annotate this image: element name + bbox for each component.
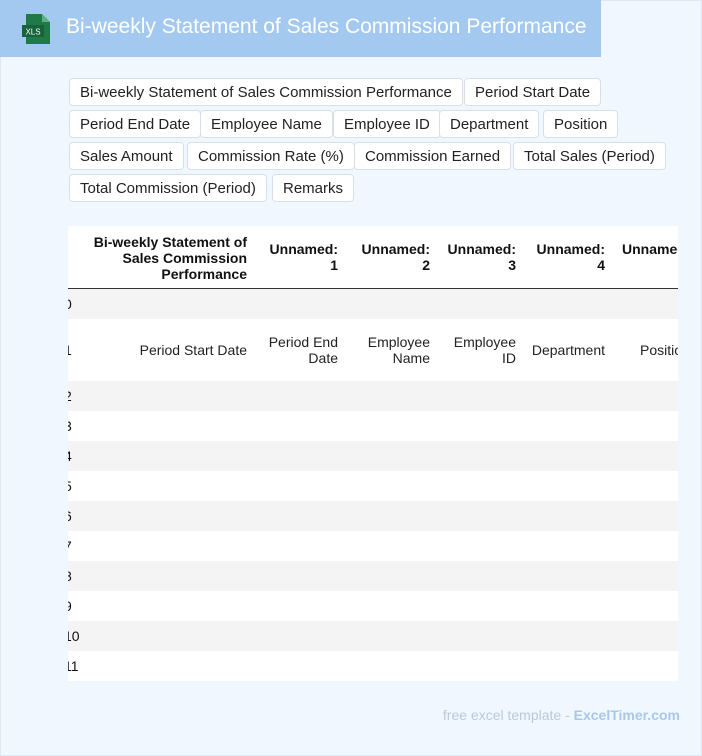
tag-item[interactable]: Employee Name — [200, 110, 333, 138]
tag-item[interactable]: Sales Amount — [69, 142, 184, 170]
row-index: 5 — [68, 471, 72, 501]
tag-item[interactable]: Employee ID — [333, 110, 441, 138]
row-index: 7 — [68, 531, 72, 561]
table-row[interactable]: 0 — [68, 289, 678, 319]
tag-item[interactable]: Bi-weekly Statement of Sales Commission … — [69, 78, 463, 106]
table-row[interactable]: 6 — [68, 501, 678, 531]
tag-item[interactable]: Position — [543, 110, 619, 138]
table-row[interactable]: 11 — [68, 651, 678, 681]
footer-prefix: free excel template - — [442, 707, 574, 723]
row-index: 6 — [68, 501, 72, 531]
table-cell: Employee ID — [453, 334, 516, 366]
table-row[interactable]: 7 — [68, 531, 678, 561]
table-cell: Department — [531, 342, 605, 358]
row-index: 8 — [68, 561, 72, 591]
tag-item[interactable]: Remarks — [272, 174, 355, 202]
tag-item[interactable]: Commission Rate (%) — [187, 142, 355, 170]
footer-brand-link[interactable]: ExcelTimer.com — [574, 707, 680, 723]
column-header[interactable]: Unnamed: — [622, 241, 678, 257]
page-header: XLS Bi-weekly Statement of Sales Commiss… — [0, 0, 601, 57]
column-header[interactable]: Bi-weekly Statement of Sales Commission … — [88, 234, 247, 282]
tag-item[interactable]: Period End Date — [69, 110, 202, 138]
table-cell: Employee Name — [367, 334, 430, 366]
row-index: 4 — [68, 441, 72, 471]
table-cell: Positic — [640, 342, 678, 358]
tag-item[interactable]: Department — [439, 110, 540, 138]
table-row[interactable]: 4 — [68, 441, 678, 471]
icon-label: XLS — [25, 28, 40, 37]
table-row[interactable]: 8 — [68, 561, 678, 591]
row-index: 3 — [68, 411, 72, 441]
table-cell: Period Start Date — [139, 342, 247, 358]
footer-credit: free excel template - ExcelTimer.com — [443, 707, 680, 723]
table-row[interactable]: 9 — [68, 591, 678, 621]
table-row[interactable]: 2 — [68, 381, 678, 411]
table-row[interactable]: 3 — [68, 411, 678, 441]
table-row[interactable]: 1 Period Start Date Period End Date Empl… — [68, 319, 678, 381]
row-index: 2 — [68, 381, 72, 411]
table-row[interactable]: 10 — [68, 621, 678, 651]
tag-item[interactable]: Commission Earned — [354, 142, 512, 170]
tag-item[interactable]: Total Commission (Period) — [69, 174, 267, 202]
column-header[interactable]: Unnamed: 3 — [442, 241, 516, 273]
table-header-row: Bi-weekly Statement of Sales Commission … — [68, 226, 678, 289]
row-index: 9 — [68, 591, 72, 621]
row-index: 10 — [68, 628, 80, 644]
row-index: 11 — [68, 658, 79, 674]
row-index: 0 — [68, 289, 72, 319]
column-header[interactable]: Unnamed: 2 — [356, 241, 430, 273]
column-header[interactable]: Unnamed: 4 — [531, 241, 605, 273]
tag-item[interactable]: Period Start Date — [464, 78, 602, 106]
page-title: Bi-weekly Statement of Sales Commission … — [66, 15, 587, 38]
table-cell: Period End Date — [268, 334, 338, 366]
table-row[interactable]: 5 — [68, 471, 678, 501]
data-table: Bi-weekly Statement of Sales Commission … — [68, 226, 678, 681]
tag-item[interactable]: Total Sales (Period) — [513, 142, 666, 170]
excel-file-icon: XLS — [22, 14, 50, 44]
row-index: 1 — [68, 319, 72, 381]
column-header[interactable]: Unnamed: 1 — [264, 241, 338, 273]
